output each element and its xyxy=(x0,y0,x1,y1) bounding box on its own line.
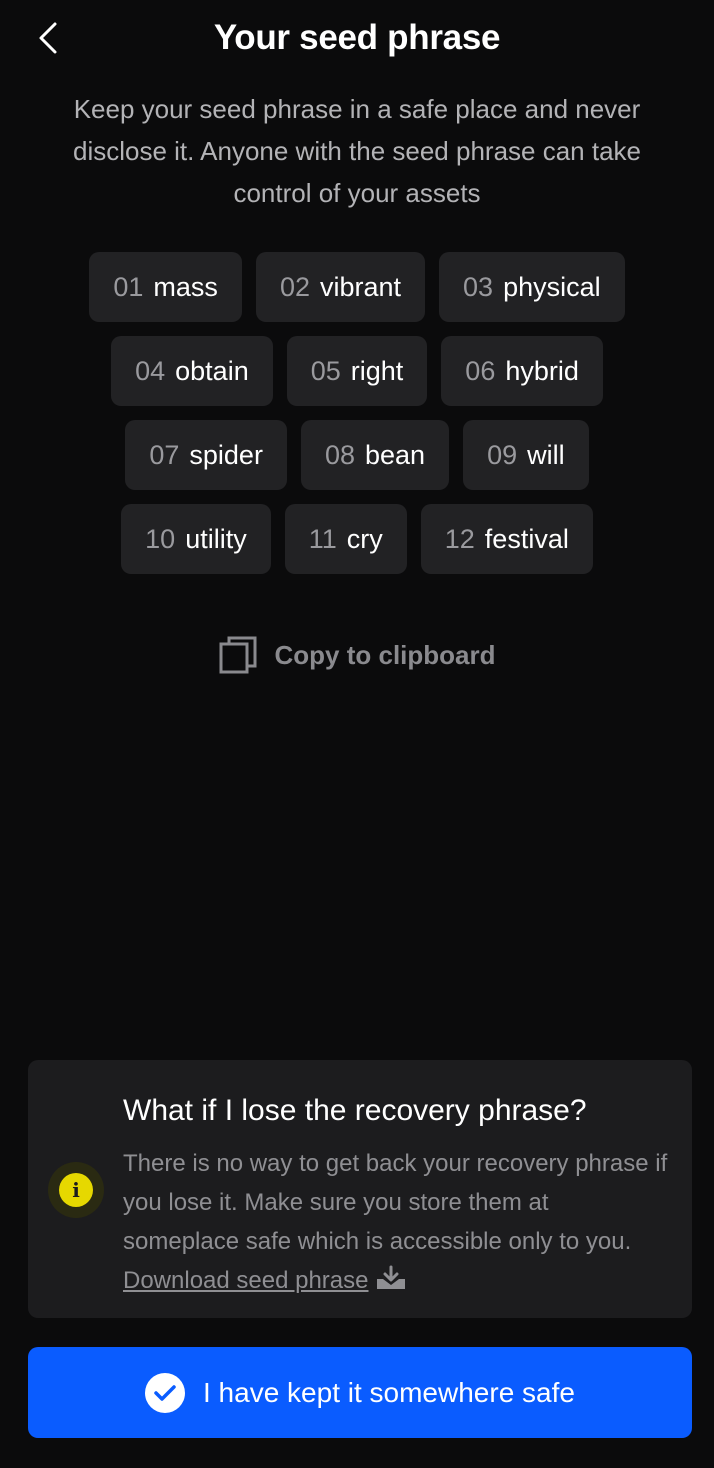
seed-word-number: 12 xyxy=(444,523,475,554)
confirm-label: I have kept it somewhere safe xyxy=(203,1376,575,1408)
info-body-text: There is no way to get back your recover… xyxy=(123,1150,668,1255)
copy-icon xyxy=(219,636,256,674)
seed-word: utility xyxy=(185,523,247,554)
check-circle-icon xyxy=(145,1372,185,1413)
seed-word-chip: 07 spider xyxy=(125,420,287,490)
seed-word: cry xyxy=(346,523,383,554)
info-title: What if I lose the recovery phrase? xyxy=(123,1094,587,1127)
seed-word: obtain xyxy=(175,355,249,386)
seed-word: vibrant xyxy=(319,271,402,302)
seed-word-chip: 12 festival xyxy=(420,504,593,574)
seed-word-number: 06 xyxy=(465,355,496,386)
seed-word-chip: 02 vibrant xyxy=(255,252,426,322)
seed-word-row: 10 utility 11 cry 12 festival xyxy=(121,504,593,574)
seed-word-number: 01 xyxy=(113,271,144,302)
header: Your seed phrase xyxy=(0,0,714,80)
seed-word: spider xyxy=(189,439,263,470)
seed-word-chip: 09 will xyxy=(463,420,589,490)
seed-word-chip: 04 obtain xyxy=(111,336,273,406)
download-icon[interactable] xyxy=(375,1265,407,1291)
seed-word: physical xyxy=(503,271,601,302)
seed-word-number: 10 xyxy=(145,523,176,554)
info-icon: i xyxy=(48,1162,104,1218)
seed-word-row: 07 spider 08 bean 09 will xyxy=(125,420,589,490)
confirm-kept-safe-button[interactable]: I have kept it somewhere safe xyxy=(28,1347,692,1438)
seed-word-grid: 01 mass 02 vibrant 03 physical 04 obtain… xyxy=(0,252,714,574)
warning-subtitle: Keep your seed phrase in a safe place an… xyxy=(72,94,641,208)
seed-word: mass xyxy=(153,271,218,302)
seed-word-number: 11 xyxy=(308,523,337,554)
seed-word-chip: 08 bean xyxy=(300,420,450,490)
seed-word-chip: 01 mass xyxy=(89,252,242,322)
info-card: i What if I lose the recovery phrase? Th… xyxy=(28,1060,692,1318)
seed-word-number: 02 xyxy=(279,271,310,302)
seed-word-number: 04 xyxy=(135,355,166,386)
seed-word-row: 01 mass 02 vibrant 03 physical xyxy=(89,252,625,322)
seed-word-chip: 06 hybrid xyxy=(441,336,603,406)
seed-word-number: 07 xyxy=(149,439,180,470)
seed-phrase-screen: Your seed phrase Keep your seed phrase i… xyxy=(0,0,714,1468)
copy-to-clipboard-button[interactable]: Copy to clipboard xyxy=(0,630,714,680)
seed-word: will xyxy=(527,439,565,470)
seed-word-number: 09 xyxy=(487,439,518,470)
seed-word: right xyxy=(350,355,404,386)
seed-word: festival xyxy=(484,523,569,554)
seed-word: bean xyxy=(365,439,426,470)
seed-word-chip: 10 utility xyxy=(121,504,271,574)
copy-label: Copy to clipboard xyxy=(274,639,496,670)
seed-word-number: 05 xyxy=(310,355,341,386)
page-title: Your seed phrase xyxy=(213,18,501,57)
info-body: There is no way to get back your recover… xyxy=(123,1144,670,1300)
download-seed-phrase-link[interactable]: Download seed phrase xyxy=(123,1267,369,1294)
seed-word: hybrid xyxy=(505,355,579,386)
seed-word-row: 04 obtain 05 right 06 hybrid xyxy=(111,336,603,406)
seed-word-chip: 11 cry xyxy=(284,504,407,574)
seed-word-chip: 05 right xyxy=(286,336,428,406)
seed-word-number: 03 xyxy=(463,271,494,302)
seed-word-number: 08 xyxy=(324,439,355,470)
seed-word-chip: 03 physical xyxy=(439,252,625,322)
